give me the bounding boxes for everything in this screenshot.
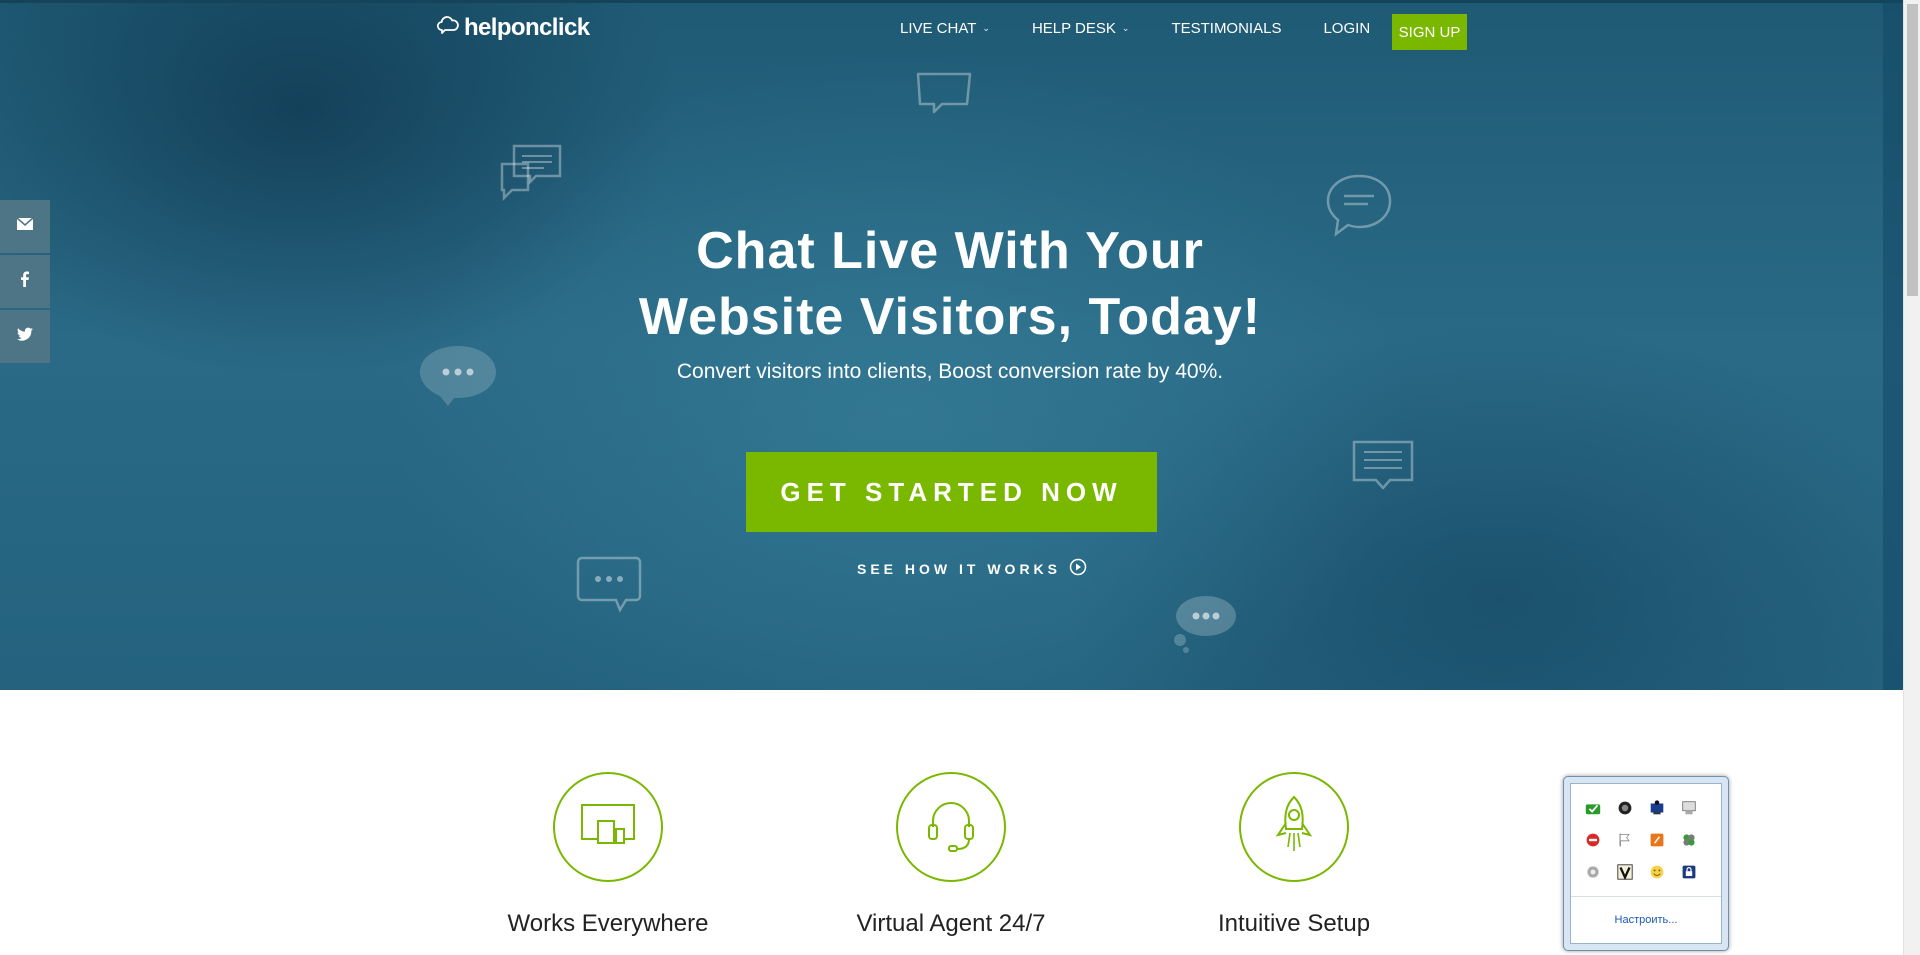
hero-title: Chat Live With Your Website Visitors, To…	[600, 218, 1300, 350]
nav-live-chat[interactable]: LIVE CHAT ⌄	[900, 20, 990, 37]
scrollbar-thumb[interactable]	[1907, 4, 1918, 296]
signup-button[interactable]: SIGN UP	[1392, 14, 1467, 50]
play-circle-icon	[1069, 558, 1087, 579]
nav-help-desk[interactable]: HELP DESK ⌄	[1032, 20, 1129, 37]
chevron-down-icon: ⌄	[1121, 23, 1130, 33]
hero-title-line: Website Visitors, Today!	[638, 288, 1262, 346]
twitter-share-button[interactable]	[0, 310, 50, 363]
tray-icon-grid	[1583, 798, 1699, 882]
tray-overflow-popup: Настроить...	[1563, 776, 1729, 951]
hero-subtitle: Convert visitors into clients, Boost con…	[676, 360, 1224, 383]
tray-panel: Настроить...	[1570, 783, 1722, 944]
hero-title-line: Chat Live With Your	[696, 222, 1204, 280]
smiley-icon[interactable]	[1647, 862, 1667, 882]
see-how-it-works-link[interactable]: SEE HOW IT WORKS	[857, 558, 1087, 579]
orange-app-icon[interactable]	[1647, 830, 1667, 850]
feature-icon-circle	[1239, 772, 1349, 882]
chat-bubbles-double-icon	[500, 144, 562, 202]
nav-testimonials[interactable]: TESTIMONIALS	[1171, 20, 1281, 37]
see-how-label: SEE HOW IT WORKS	[857, 560, 1061, 577]
green-sync-icon[interactable]	[1583, 798, 1603, 818]
chat-dots-filled-icon	[420, 346, 496, 406]
hero-edge-shade	[1883, 0, 1903, 690]
email-share-button[interactable]	[0, 200, 50, 253]
nav-label: LOGIN	[1323, 20, 1371, 37]
feature-label: Virtual Agent 24/7	[856, 910, 1046, 937]
chat-lines-round-icon	[1326, 174, 1392, 237]
nav-label: LIVE CHAT	[900, 20, 977, 37]
red-os-icon[interactable]	[1583, 830, 1603, 850]
cloud-logo-icon	[436, 13, 460, 42]
network-icon[interactable]	[1679, 798, 1699, 818]
tray-customize-link[interactable]: Настроить...	[1571, 914, 1721, 926]
get-started-button[interactable]: GET STARTED NOW	[746, 452, 1157, 532]
top-border	[0, 0, 1903, 3]
devices-icon	[576, 793, 640, 862]
feature-label: Intuitive Setup	[1217, 910, 1371, 937]
lock-icon[interactable]	[1679, 862, 1699, 882]
logo-text: helponclick	[464, 13, 590, 41]
tray-divider	[1571, 896, 1721, 897]
nav-label: TESTIMONIALS	[1171, 20, 1282, 37]
chat-dots-outline-icon	[576, 556, 642, 613]
hero-section: helponclick LIVE CHAT ⌄ HELP DESK ⌄ TEST…	[0, 0, 1903, 690]
blue-monitor-icon[interactable]	[1647, 798, 1667, 818]
feature-icon-circle	[896, 772, 1006, 882]
main-nav: LIVE CHAT ⌄ HELP DESK ⌄ TESTIMONIALS LOG…	[900, 20, 1412, 37]
feature-virtual-agent: Virtual Agent 24/7	[801, 772, 1101, 938]
green-clover-icon[interactable]	[1679, 830, 1699, 850]
rocket-icon	[1262, 793, 1326, 862]
facebook-share-button[interactable]	[0, 255, 50, 308]
nav-label: HELP DESK	[1031, 20, 1116, 37]
twitter-icon	[15, 324, 35, 349]
chevron-down-icon: ⌄	[982, 23, 990, 33]
facebook-icon	[15, 269, 35, 294]
envelope-icon	[15, 214, 35, 239]
feature-label: Works Everywhere	[507, 910, 709, 937]
chat-bubble-outline-icon	[916, 72, 972, 114]
nav-login[interactable]: LOGIN	[1323, 20, 1370, 37]
social-share-bar	[0, 200, 50, 365]
feature-intuitive-setup: Intuitive Setup	[1144, 772, 1444, 938]
feature-icon-circle	[553, 772, 663, 882]
thought-bubble-icon	[1174, 596, 1236, 653]
logo[interactable]: helponclick	[436, 13, 590, 42]
vertical-scrollbar[interactable]	[1903, 0, 1920, 955]
v-app-icon[interactable]	[1615, 862, 1635, 882]
headset-icon	[919, 793, 983, 862]
chat-lines-square-icon	[1352, 440, 1414, 490]
feature-works-everywhere: Works Everywhere	[458, 772, 758, 938]
flag-icon[interactable]	[1615, 830, 1635, 850]
dark-globe-icon[interactable]	[1615, 798, 1635, 818]
gray-gear-icon[interactable]	[1583, 862, 1603, 882]
